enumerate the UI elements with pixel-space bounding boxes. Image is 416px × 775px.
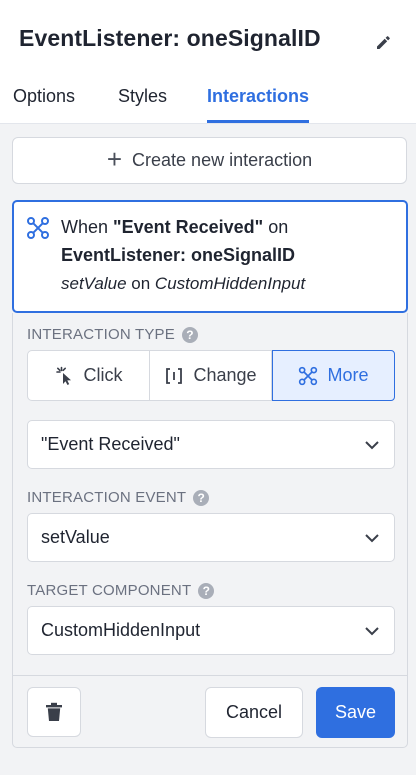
card-when: When	[61, 217, 109, 237]
event-select[interactable]: "Event Received"	[27, 420, 395, 469]
plus-icon: +	[106, 144, 123, 174]
tab-interactions[interactable]: Interactions	[207, 86, 310, 123]
card-event-name: "Event Received"	[113, 217, 264, 237]
target-component-text: TARGET COMPONENT	[27, 582, 192, 599]
nodes-icon	[299, 366, 318, 385]
interaction-type-text: INTERACTION TYPE	[27, 326, 175, 343]
chevron-down-icon	[365, 627, 379, 636]
pencil-icon[interactable]	[374, 34, 392, 52]
card-on: on	[268, 217, 289, 237]
tab-styles[interactable]: Styles	[118, 86, 167, 123]
card-line-action: setValue on CustomHiddenInput	[61, 274, 305, 294]
card-on-target: on	[131, 274, 151, 293]
trash-icon	[46, 702, 62, 721]
save-button[interactable]: Save	[316, 687, 395, 738]
form-divider	[13, 675, 407, 676]
card-action: setValue	[61, 274, 127, 293]
help-icon[interactable]: ?	[198, 582, 215, 599]
nodes-icon	[27, 217, 49, 239]
page-title: EventListener: oneSignalID	[19, 25, 321, 51]
cursor-click-icon	[55, 366, 71, 385]
card-target: CustomHiddenInput	[154, 274, 306, 293]
type-click-label: Click	[83, 365, 123, 385]
event-select-value: "Event Received"	[41, 434, 180, 454]
interactions-panel: + Create new interaction When "Event Rec…	[0, 124, 416, 775]
chevron-down-icon	[365, 441, 379, 450]
target-component-value: CustomHiddenInput	[41, 620, 201, 640]
interaction-event-value: setValue	[41, 527, 110, 547]
chevron-down-icon	[365, 534, 379, 543]
create-interaction-button[interactable]: + Create new interaction	[12, 137, 407, 184]
cancel-button[interactable]: Cancel	[205, 687, 303, 738]
tab-bar: Options Styles Interactions	[0, 78, 416, 124]
type-change-label: Change	[193, 365, 257, 385]
help-icon[interactable]: ?	[181, 326, 198, 343]
delete-button[interactable]	[27, 687, 81, 737]
type-change-button[interactable]: Change	[150, 351, 272, 400]
type-more-label: More	[327, 365, 369, 385]
type-click-button[interactable]: Click	[28, 351, 150, 400]
help-icon[interactable]: ?	[193, 489, 210, 506]
interaction-event-text: INTERACTION EVENT	[27, 489, 187, 506]
target-component-label: TARGET COMPONENT ?	[27, 582, 215, 599]
interaction-event-label: INTERACTION EVENT ?	[27, 489, 210, 506]
card-line-event: When "Event Received" on	[61, 217, 288, 238]
card-component: EventListener: oneSignalID	[61, 245, 296, 265]
interaction-form: INTERACTION TYPE ? Click Change More "Ev…	[12, 313, 408, 748]
interaction-type-label: INTERACTION TYPE ?	[27, 326, 198, 343]
target-component-select[interactable]: CustomHiddenInput	[27, 606, 395, 655]
type-more-button[interactable]: More	[272, 350, 395, 401]
tab-options[interactable]: Options	[13, 86, 75, 123]
interaction-event-select[interactable]: setValue	[27, 513, 395, 562]
interaction-card[interactable]: When "Event Received" on EventListener: …	[12, 200, 408, 313]
create-interaction-label: Create new interaction	[132, 150, 313, 170]
brackets-icon	[166, 367, 183, 384]
interaction-type-segmented: Click Change More	[27, 350, 395, 401]
panel-header: EventListener: oneSignalID	[0, 0, 416, 78]
